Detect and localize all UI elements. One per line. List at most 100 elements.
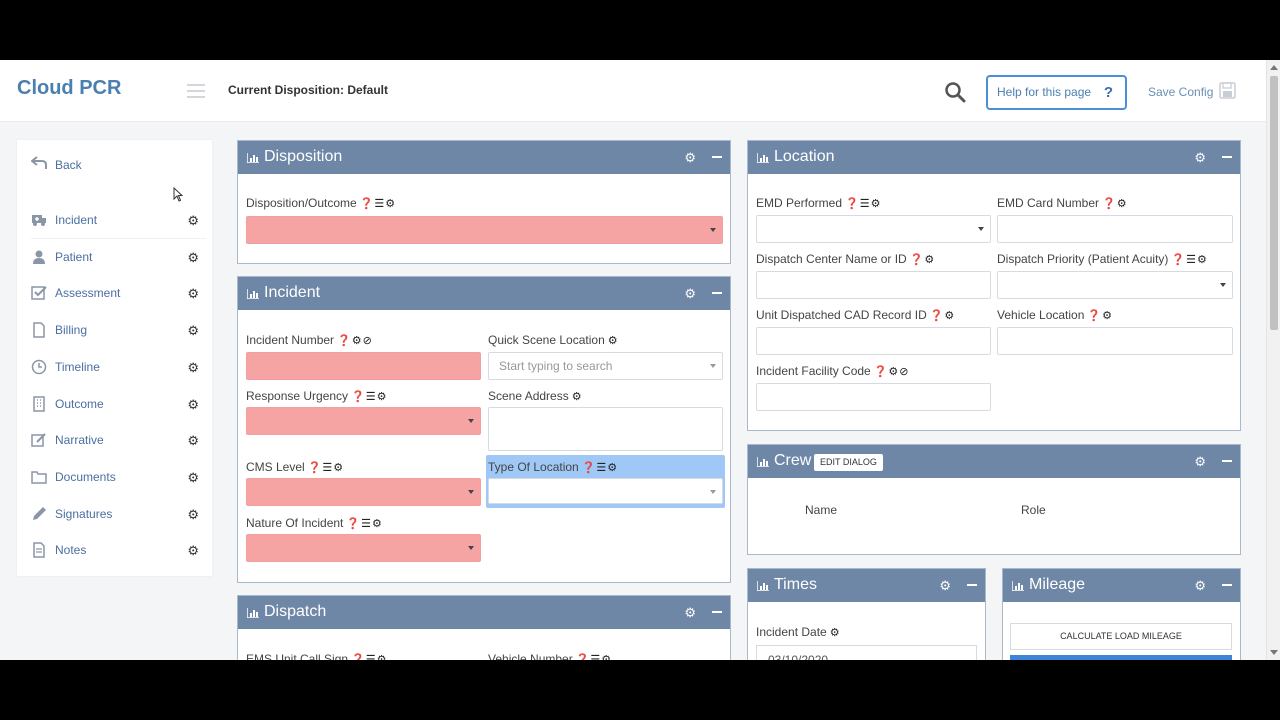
collapse-icon[interactable]	[967, 584, 977, 586]
dispatch-priority-select[interactable]	[997, 271, 1233, 299]
mileage-panel: Mileage ⚙ CALCULATE LOAD MILEAGE	[1002, 568, 1241, 660]
field-label: Nature Of Incident ❓☰⚙	[246, 516, 383, 530]
bar-chart-icon	[247, 608, 259, 618]
gear-icon[interactable]: ⚙	[684, 150, 696, 166]
gear-icon[interactable]: ⚙	[187, 360, 199, 376]
field-label: Disposition/Outcome ❓☰⚙	[246, 196, 397, 210]
save-config-label: Save Config	[1148, 85, 1214, 99]
file-icon	[33, 322, 45, 338]
gear-icon[interactable]: ⚙	[1194, 454, 1206, 470]
panel-header: Disposition ⚙	[238, 141, 730, 174]
sidebar-item-billing[interactable]: Billing ⚙	[31, 322, 201, 348]
sidebar-item-label: Assessment	[55, 286, 121, 300]
collapse-icon[interactable]	[712, 611, 722, 613]
sidebar-item-signatures[interactable]: Signatures ⚙	[31, 506, 201, 532]
sidebar-item-notes[interactable]: Notes ⚙	[31, 542, 201, 568]
help-button-label: Help for this page	[997, 85, 1092, 99]
gear-icon[interactable]: ⚙	[1194, 578, 1206, 594]
mouse-cursor-icon	[173, 187, 183, 202]
incident-number-input[interactable]	[246, 352, 481, 380]
gear-icon[interactable]: ⚙	[187, 286, 199, 302]
panel-header: Mileage ⚙	[1003, 569, 1240, 602]
field-label: EMD Card Number ❓⚙	[997, 196, 1128, 210]
sidebar-item-label: Outcome	[55, 397, 104, 411]
response-urgency-select[interactable]	[246, 407, 481, 435]
sidebar-item-narrative[interactable]: Narrative ⚙	[31, 432, 201, 458]
field-label: Incident Facility Code ❓⚙⊘	[756, 364, 910, 378]
menu-icon[interactable]	[187, 84, 205, 98]
field-label: Response Urgency ❓☰⚙	[246, 389, 388, 403]
gear-icon[interactable]: ⚙	[187, 470, 199, 486]
gear-icon[interactable]: ⚙	[684, 605, 696, 621]
sidebar-item-label: Documents	[55, 470, 116, 484]
mileage-action-button[interactable]	[1010, 655, 1232, 660]
gear-icon[interactable]: ⚙	[187, 507, 199, 523]
facility-code-input[interactable]	[756, 383, 991, 411]
quick-scene-location-select[interactable]: Start typing to search	[488, 352, 723, 380]
sidebar-item-timeline[interactable]: Timeline ⚙	[31, 359, 201, 385]
vehicle-location-input[interactable]	[997, 327, 1233, 355]
type-of-location-select[interactable]	[488, 478, 723, 504]
scene-address-textarea[interactable]	[488, 407, 723, 451]
dispatch-center-input[interactable]	[756, 271, 991, 299]
gear-icon[interactable]: ⚙	[1194, 150, 1206, 166]
save-config-button[interactable]: Save Config	[1148, 82, 1236, 99]
emd-card-number-input[interactable]	[997, 215, 1233, 243]
panel-header: Incident ⚙	[238, 277, 730, 310]
bar-chart-icon	[247, 153, 259, 163]
panel-header: Times ⚙	[748, 569, 985, 602]
brand-logo[interactable]: Cloud PCR	[17, 77, 121, 100]
field-label: Scene Address ⚙	[488, 389, 583, 403]
sidebar-item-incident[interactable]: Incident ⚙	[31, 212, 201, 238]
scrollbar-thumb[interactable]	[1270, 76, 1278, 330]
gear-icon[interactable]: ⚙	[187, 433, 199, 449]
scroll-up-icon[interactable]	[1270, 65, 1278, 70]
sidebar-item-label: Signatures	[55, 507, 113, 521]
panel-header: Dispatch ⚙	[238, 596, 730, 629]
gear-icon[interactable]: ⚙	[684, 286, 696, 302]
field-label: Vehicle Location ❓⚙	[997, 308, 1113, 322]
gear-icon[interactable]: ⚙	[939, 578, 951, 594]
sidebar-item-patient[interactable]: Patient ⚙	[31, 249, 201, 275]
times-panel: Times ⚙ Incident Date ⚙ 03/10/2020	[747, 568, 986, 660]
gear-icon[interactable]: ⚙	[187, 213, 199, 229]
help-button[interactable]: Help for this page ?	[986, 75, 1127, 110]
note-icon	[33, 542, 45, 558]
gear-icon[interactable]: ⚙	[187, 397, 199, 413]
floppy-disk-icon	[1219, 82, 1236, 99]
sidebar-item-documents[interactable]: Documents ⚙	[31, 469, 201, 495]
collapse-icon[interactable]	[1222, 156, 1232, 158]
gear-icon[interactable]: ⚙	[187, 250, 199, 266]
collapse-icon[interactable]	[1222, 460, 1232, 462]
calculate-load-mileage-button[interactable]: CALCULATE LOAD MILEAGE	[1010, 623, 1232, 650]
edit-icon	[31, 433, 46, 447]
collapse-icon[interactable]	[1222, 584, 1232, 586]
edit-dialog-button[interactable]: EDIT DIALOG	[814, 454, 883, 471]
field-label: Unit Dispatched CAD Record ID ❓⚙	[756, 308, 956, 322]
gear-icon[interactable]: ⚙	[187, 323, 199, 339]
search-icon[interactable]	[944, 81, 966, 103]
help-icon[interactable]: ❓☰⚙	[360, 198, 396, 210]
disposition-outcome-select[interactable]	[246, 216, 723, 244]
panel-title: Crew	[774, 452, 812, 469]
gear-icon[interactable]: ⚙	[187, 543, 199, 559]
sidebar-item-outcome[interactable]: Outcome ⚙	[31, 396, 201, 422]
column-header-role: Role	[1021, 503, 1046, 517]
back-arrow-icon	[31, 156, 47, 169]
clock-icon	[31, 359, 47, 375]
page-scrollbar[interactable]	[1266, 60, 1280, 660]
collapse-icon[interactable]	[712, 292, 722, 294]
field-label: Incident Date ⚙	[756, 625, 841, 639]
emd-performed-select[interactable]	[756, 215, 991, 243]
bar-chart-icon	[757, 153, 769, 163]
nature-of-incident-select[interactable]	[246, 534, 481, 562]
cms-level-select[interactable]	[246, 478, 481, 506]
incident-date-input[interactable]: 03/10/2020	[756, 645, 977, 660]
field-label: CMS Level ❓☰⚙	[246, 460, 345, 474]
scroll-down-icon[interactable]	[1270, 650, 1278, 655]
sidebar-item-assessment[interactable]: Assessment ⚙	[31, 285, 201, 311]
disposition-panel: Disposition ⚙ Disposition/Outcome ❓☰⚙	[237, 140, 731, 264]
sidebar-item-label: Patient	[55, 250, 93, 264]
collapse-icon[interactable]	[712, 156, 722, 158]
cad-record-id-input[interactable]	[756, 327, 991, 355]
